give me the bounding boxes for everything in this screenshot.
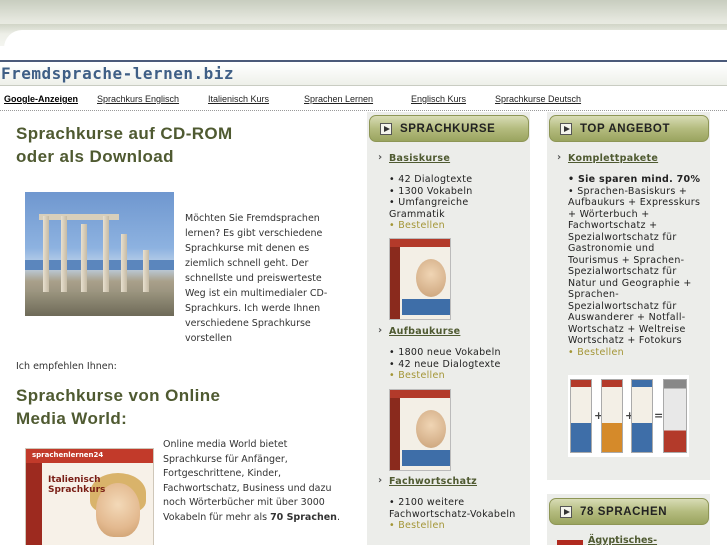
ads-row: Google-Anzeigen Sprachkurs Englisch Ital… [0, 87, 727, 111]
basiskurse-item-3: • Umfangreiche Grammatik [389, 197, 469, 220]
omw-text-body: Online media World bietet Sprachkurse fü… [163, 439, 332, 523]
sprachkurse-header: SPRACHKURSE [369, 115, 529, 142]
omw-languages-count: 70 Sprachen [270, 511, 337, 523]
basiskurs-box-image[interactable] [389, 238, 451, 320]
link-aufbaukurse[interactable]: Aufbaukurse [389, 326, 460, 337]
fachwortschatz-item-1: • 2100 weitere Fachwortschatz-Vokabeln [389, 497, 516, 520]
basiskurse-list: • 42 Dialogtexte • 1300 Vokabeln • Umfan… [389, 174, 519, 232]
ad-link-sprachen-lernen[interactable]: Sprachen Lernen [304, 94, 373, 104]
play-icon [560, 506, 572, 518]
basiskurse-item-2: • 1300 Vokabeln [389, 185, 473, 197]
section-heading: Sprachkurse von Online Media World: [16, 386, 221, 428]
link-basiskurse[interactable]: Basiskurse [389, 153, 450, 164]
main-content: Sprachkurse auf CD-ROM oder als Download… [0, 112, 360, 545]
link-komplettpakete[interactable]: Komplettpakete [568, 153, 658, 164]
aufbaukurse-order-link[interactable]: • Bestellen [389, 370, 519, 382]
omw-text-end: . [336, 511, 340, 523]
chevron-right-icon: › [378, 475, 383, 486]
ad-link-italienisch-kurs[interactable]: Italienisch Kurs [208, 94, 269, 104]
ad-link-sprachkurs-englisch[interactable]: Sprachkurs Englisch [97, 94, 179, 104]
site-title[interactable]: Fremdsprache-lernen.biz [1, 64, 234, 83]
chevron-right-icon: › [378, 152, 383, 163]
ad-link-sprachkurse-deutsch[interactable]: Sprachkurse Deutsch [495, 94, 581, 104]
basiskurse-order-link[interactable]: • Bestellen [389, 220, 519, 232]
product-box-image[interactable]: sprachenlernen24 Italienisch Sprachkurs [25, 448, 154, 545]
header-rule [0, 60, 727, 62]
angebot-description: • Sprachen-Basiskurs + Aufbaukurs + Expr… [568, 185, 701, 347]
aufbaukurse-list: • 1800 neue Vokabeln • 42 neue Dialogtex… [389, 347, 519, 382]
komplettpaket-image[interactable]: + + = [568, 375, 689, 457]
fachwortschatz-list: • 2100 weitere Fachwortschatz-Vokabeln •… [389, 497, 519, 532]
intro-text: Möchten Sie Fremdsprachen lernen? Es gib… [185, 213, 328, 344]
angebot-title: TOP ANGEBOT [580, 123, 671, 135]
aufbaukurs-box-image[interactable] [389, 389, 451, 471]
recommend-text: Ich empfehlen Ihnen: [16, 361, 117, 372]
chevron-right-icon: › [378, 325, 383, 336]
angebot-header: TOP ANGEBOT [549, 115, 709, 142]
box-brand: sprachenlernen24 [32, 451, 104, 459]
basiskurse-item-1: • 42 Dialogtexte [389, 174, 473, 185]
angebot-order-link[interactable]: • Bestellen [568, 347, 703, 359]
play-icon [380, 123, 392, 135]
omw-text: Online media World bietet Sprachkurse fü… [163, 438, 343, 525]
flag-icon [557, 540, 583, 545]
sprachen-header: 78 SPRACHEN [549, 498, 709, 525]
angebot-savings: • Sie sparen mind. 70% [568, 174, 701, 185]
language-link[interactable]: Ägyptisches- [588, 535, 657, 545]
sprachkurse-title: SPRACHKURSE [400, 123, 496, 135]
main-heading: Sprachkurse auf CD-ROM oder als Download [16, 124, 233, 166]
play-icon [560, 123, 572, 135]
link-fachwortschatz[interactable]: Fachwortschatz [389, 476, 477, 487]
header-curve [4, 30, 727, 60]
box-title: Italienisch Sprachkurs [48, 475, 106, 495]
aufbaukurse-item-2: • 42 neue Dialogtexte [389, 358, 501, 370]
aufbaukurse-item-1: • 1800 neue Vokabeln [389, 347, 501, 358]
sprachen-title: 78 SPRACHEN [580, 506, 668, 518]
google-ads-label[interactable]: Google-Anzeigen [4, 94, 78, 104]
ruins-image [25, 192, 174, 316]
ad-link-englisch-kurs[interactable]: Englisch Kurs [411, 94, 466, 104]
equals-icon: = [654, 409, 664, 422]
title-rule [0, 85, 727, 86]
chevron-right-icon: › [557, 152, 562, 163]
fachwortschatz-order-link[interactable]: • Bestellen [389, 520, 519, 532]
angebot-details: • Sie sparen mind. 70% • Sprachen-Basisk… [568, 174, 703, 358]
